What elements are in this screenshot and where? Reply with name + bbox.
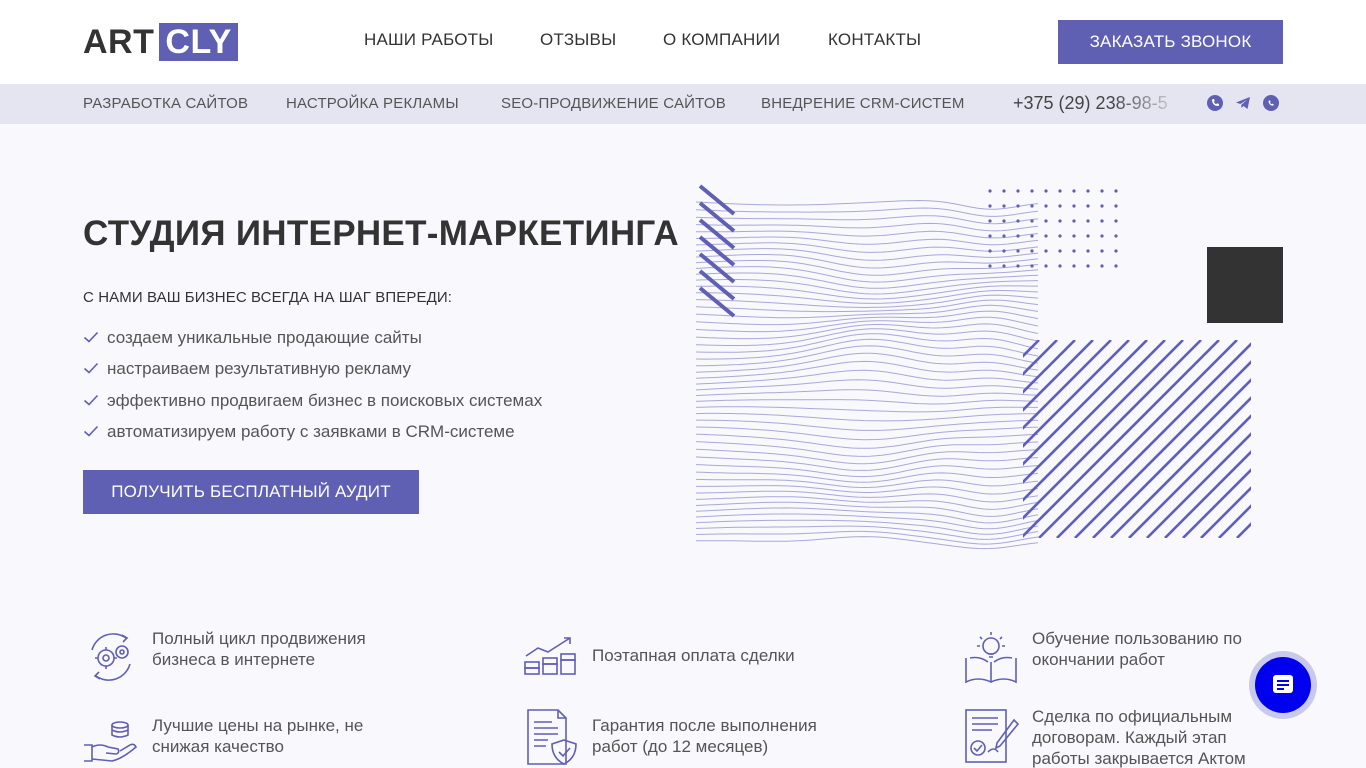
feature-item: Полный цикл продвижения бизнеса в интерн…	[82, 628, 392, 686]
dot-grid	[988, 189, 1118, 268]
growth-chart-icon	[524, 637, 576, 675]
contract-signature-icon	[965, 709, 1020, 763]
feature-item: Обучение пользованию по окончании работ	[962, 628, 1272, 686]
feature-item: Поэтапная оплата сделки	[522, 634, 832, 692]
feature-text: Сделка по официальным договорам. Каждый …	[1032, 707, 1246, 768]
feature-text: Гарантия после выполнения работ (до 12 м…	[592, 716, 817, 756]
feature-item: Сделка по официальным договорам. Каждый …	[962, 706, 1282, 768]
hand-coins-icon	[84, 721, 137, 762]
book-lightbulb-icon	[965, 632, 1017, 684]
feature-text: Полный цикл продвижения бизнеса в интерн…	[152, 629, 366, 669]
feature-text: Лучшие цены на рынке, не снижая качество	[152, 716, 364, 756]
gears-cycle-icon	[91, 633, 131, 681]
hero-illustration	[695, 184, 1283, 550]
wave-lines	[695, 199, 1039, 550]
chat-widget-button[interactable]	[1249, 651, 1317, 719]
diagonal-stripes-large	[1023, 340, 1251, 538]
feature-text: Поэтапная оплата сделки	[592, 646, 795, 665]
feature-item: Гарантия после выполнения работ (до 12 м…	[522, 708, 832, 766]
document-shield-icon	[527, 709, 577, 765]
feature-text: Обучение пользованию по окончании работ	[1032, 629, 1242, 669]
feature-item: Лучшие цены на рынке, не снижая качество	[82, 711, 392, 768]
chat-icon	[1273, 675, 1293, 693]
dark-square	[1207, 247, 1283, 323]
